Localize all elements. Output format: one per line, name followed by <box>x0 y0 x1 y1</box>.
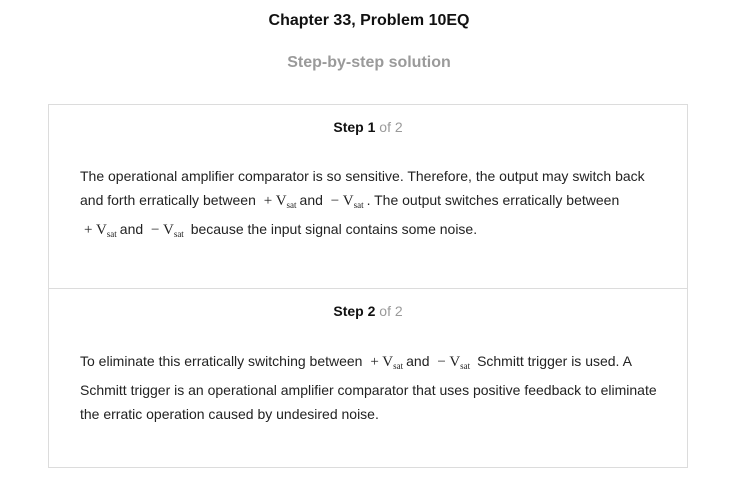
minus-vsat-math: − Vsat <box>437 354 471 371</box>
plus-vsat-math: + Vsat <box>263 193 297 210</box>
step-1-text: The operational amplifier comparator is … <box>80 164 657 246</box>
step-label: Step <box>333 303 364 319</box>
step-2-text-part: To eliminate this erratically switching … <box>80 353 363 369</box>
step-1-text-part: and <box>119 221 144 237</box>
step-1-text-part: . The output switches erratically betwee… <box>366 192 620 208</box>
step-2-text: To eliminate this erratically switching … <box>80 349 657 426</box>
plus-vsat-math: + Vsat <box>84 222 117 239</box>
step-number: 1 <box>367 119 376 135</box>
solution-subtitle: Step-by-step solution <box>287 54 451 71</box>
step-label: Step <box>333 119 364 135</box>
step-2-header: Step 2 of 2 <box>49 303 687 319</box>
step-1-text-part: because the input signal contains some n… <box>190 221 478 237</box>
step-1: Step 1 of 2 The operational amplifier co… <box>49 105 687 289</box>
page-title: Chapter 33, Problem 10EQ <box>268 12 470 29</box>
step-1-header: Step 1 of 2 <box>49 119 687 135</box>
solution-box: Step 1 of 2 The operational amplifier co… <box>48 104 688 468</box>
step-total: of 2 <box>379 119 403 135</box>
plus-vsat-math: + Vsat <box>370 354 404 371</box>
step-number: 2 <box>367 303 376 319</box>
step-total: of 2 <box>379 303 403 319</box>
step-2: Step 2 of 2 To eliminate this erraticall… <box>49 289 687 467</box>
step-2-text-part: and <box>406 353 430 369</box>
minus-vsat-math: − Vsat <box>151 222 184 239</box>
minus-vsat-math: − Vsat <box>330 193 364 210</box>
step-1-text-part: and <box>299 192 323 208</box>
